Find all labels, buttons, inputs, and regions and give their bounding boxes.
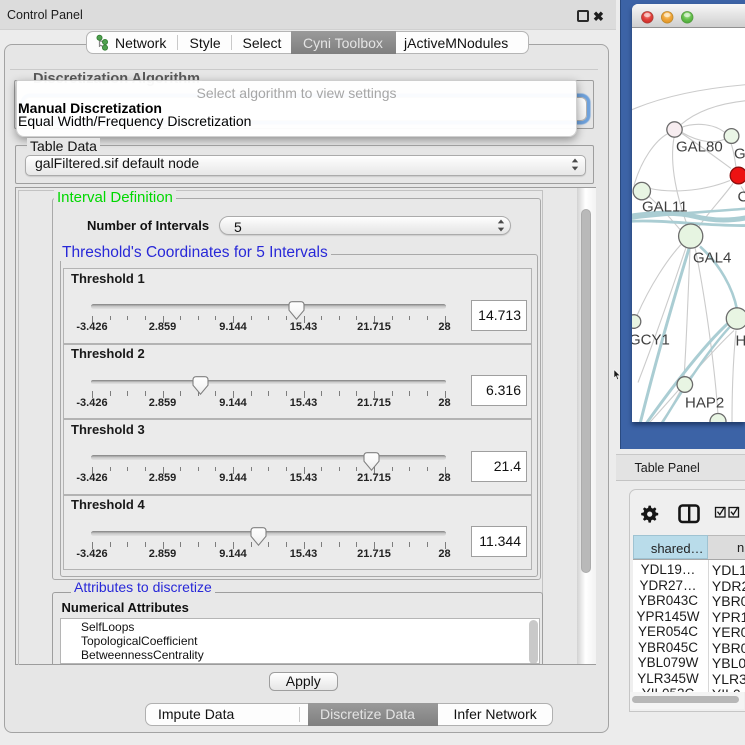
svg-text:GAL80: GAL80: [676, 138, 723, 155]
svg-text:HAP2: HAP2: [685, 394, 724, 411]
svg-text:GAL11: GAL11: [642, 198, 688, 215]
svg-text:GCY1: GCY1: [632, 331, 670, 348]
svg-text:C: C: [738, 188, 745, 205]
svg-text:GAL4: GAL4: [693, 249, 731, 266]
svg-text:GA: GA: [734, 145, 745, 162]
svg-text:H: H: [736, 332, 745, 349]
